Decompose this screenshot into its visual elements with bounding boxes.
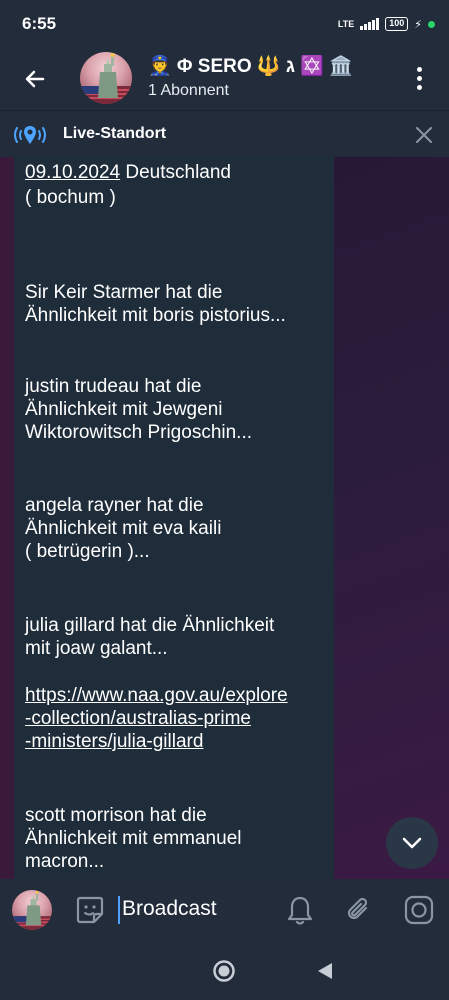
message-paragraph: Sir Keir Starmer hat die Ähnlichkeit mit… bbox=[25, 282, 286, 326]
more-options-button[interactable] bbox=[404, 60, 434, 96]
more-vertical-icon bbox=[416, 66, 422, 72]
location-broadcast-icon bbox=[14, 126, 46, 144]
message-paragraph: angela rayner hat die Ähnlichkeit mit ev… bbox=[25, 495, 222, 562]
message-input[interactable]: Broadcast bbox=[122, 897, 217, 921]
message-paragraph: julia gillard hat die Ähnlichkeit mit jo… bbox=[25, 615, 275, 659]
message-url-link[interactable]: https://www.naa.gov.au/explore -collecti… bbox=[25, 684, 288, 753]
channel-title[interactable]: 👮 Φ SERO 🔱 ג ✡️ 🏛️ bbox=[148, 54, 353, 78]
message-date-line: 09.10.2024 Deutschland bbox=[25, 161, 231, 184]
message-paragraph: scott morrison hat die Ähnlichkeit mit e… bbox=[25, 805, 242, 872]
home-icon[interactable] bbox=[212, 959, 236, 983]
privacy-indicator-icon bbox=[428, 20, 435, 28]
camera-icon[interactable] bbox=[403, 894, 435, 926]
scroll-down-button[interactable] bbox=[386, 817, 438, 869]
close-icon[interactable] bbox=[412, 123, 436, 147]
system-navigation-bar bbox=[0, 941, 449, 1000]
app-bar: 👮 Φ SERO 🔱 ג ✡️ 🏛️ 1 Abonnent bbox=[0, 48, 449, 110]
chevron-down-icon bbox=[402, 837, 422, 849]
status-time: 6:55 bbox=[22, 14, 57, 33]
chat-background-strip bbox=[0, 157, 14, 879]
message-location: Deutschland bbox=[120, 162, 231, 183]
back-button[interactable] bbox=[18, 62, 52, 96]
subscriber-count: 1 Abonnent bbox=[148, 82, 229, 99]
channel-avatar[interactable] bbox=[80, 52, 132, 104]
message-paragraph: justin trudeau hat die Ähnlichkeit mit J… bbox=[25, 376, 253, 443]
message-city: ( bochum ) bbox=[25, 187, 116, 208]
arrow-left-icon bbox=[25, 70, 45, 88]
text-cursor bbox=[118, 896, 120, 924]
statue-of-liberty-image bbox=[80, 53, 132, 104]
battery-icon: 100 bbox=[385, 17, 409, 31]
bell-icon[interactable] bbox=[285, 894, 315, 926]
status-bar: 6:55 LTE 100 ⚡ bbox=[0, 0, 449, 48]
input-controls: Broadcast bbox=[0, 879, 449, 941]
live-location-label: Live-Standort bbox=[63, 125, 167, 142]
live-location-bar[interactable]: Live-Standort bbox=[0, 110, 449, 157]
network-type: LTE bbox=[337, 18, 355, 29]
status-icons: LTE 100 ⚡ bbox=[338, 17, 435, 31]
paperclip-icon[interactable] bbox=[344, 894, 374, 926]
charging-icon: ⚡ bbox=[414, 18, 422, 31]
signal-icon bbox=[360, 18, 380, 30]
sticker-icon[interactable] bbox=[74, 894, 106, 926]
nav-back-icon[interactable] bbox=[314, 960, 336, 982]
date-link[interactable]: 09.10.2024 bbox=[25, 162, 120, 183]
